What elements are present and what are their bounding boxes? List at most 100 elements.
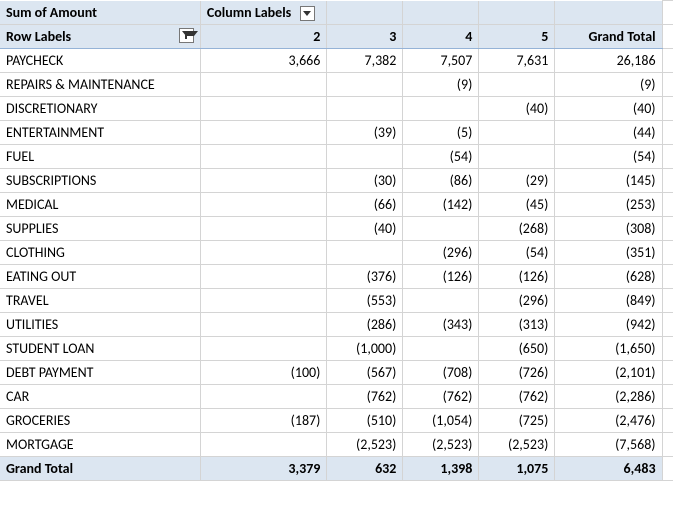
grand-total-cell[interactable]: 1,075 (479, 456, 555, 480)
row-label[interactable]: CLOTHING (0, 240, 200, 264)
grand-total-cell[interactable]: 632 (327, 456, 403, 480)
data-cell[interactable]: (650) (479, 336, 555, 360)
data-cell[interactable]: (553) (327, 288, 403, 312)
data-cell[interactable] (403, 216, 479, 240)
data-cell[interactable] (200, 384, 327, 408)
data-cell[interactable] (200, 72, 327, 96)
row-label[interactable]: FUEL (0, 144, 200, 168)
row-total[interactable]: (9) (555, 72, 662, 96)
data-cell[interactable] (200, 432, 327, 456)
col-header-5[interactable]: 5 (479, 24, 555, 48)
data-cell[interactable] (479, 144, 555, 168)
data-cell[interactable] (200, 216, 327, 240)
data-cell[interactable]: (30) (327, 168, 403, 192)
data-cell[interactable] (200, 336, 327, 360)
row-total[interactable]: (145) (555, 168, 662, 192)
data-cell[interactable]: (142) (403, 192, 479, 216)
data-cell[interactable] (327, 144, 403, 168)
data-cell[interactable]: (296) (403, 240, 479, 264)
row-label[interactable]: REPAIRS & MAINTENANCE (0, 72, 200, 96)
data-cell[interactable]: (5) (403, 120, 479, 144)
row-label[interactable]: UTILITIES (0, 312, 200, 336)
data-cell[interactable]: (40) (479, 96, 555, 120)
data-cell[interactable]: (86) (403, 168, 479, 192)
row-label[interactable]: MEDICAL (0, 192, 200, 216)
data-cell[interactable]: (54) (403, 144, 479, 168)
row-total[interactable]: 26,186 (555, 48, 662, 72)
data-cell[interactable]: 7,507 (403, 48, 479, 72)
data-cell[interactable]: (66) (327, 192, 403, 216)
data-cell[interactable]: (343) (403, 312, 479, 336)
data-cell[interactable]: (45) (479, 192, 555, 216)
data-cell[interactable]: (1,000) (327, 336, 403, 360)
grand-total-total[interactable]: 6,483 (555, 456, 662, 480)
data-cell[interactable]: (510) (327, 408, 403, 432)
row-total[interactable]: (2,476) (555, 408, 662, 432)
row-total[interactable]: (54) (555, 144, 662, 168)
data-cell[interactable]: (762) (479, 384, 555, 408)
data-cell[interactable]: (126) (479, 264, 555, 288)
data-cell[interactable] (403, 96, 479, 120)
data-cell[interactable]: (2,523) (327, 432, 403, 456)
row-label[interactable]: CAR (0, 384, 200, 408)
col-header-grand-total[interactable]: Grand Total (555, 24, 662, 48)
data-cell[interactable] (200, 144, 327, 168)
row-label[interactable]: TRAVEL (0, 288, 200, 312)
row-label[interactable]: DISCRETIONARY (0, 96, 200, 120)
data-cell[interactable]: (29) (479, 168, 555, 192)
data-cell[interactable]: (762) (403, 384, 479, 408)
data-cell[interactable]: (9) (403, 72, 479, 96)
row-total[interactable]: (253) (555, 192, 662, 216)
data-cell[interactable]: (286) (327, 312, 403, 336)
row-label[interactable]: DEBT PAYMENT (0, 360, 200, 384)
data-cell[interactable] (327, 240, 403, 264)
data-cell[interactable] (200, 240, 327, 264)
col-header-4[interactable]: 4 (403, 24, 479, 48)
row-label[interactable]: SUPPLIES (0, 216, 200, 240)
data-cell[interactable]: (40) (327, 216, 403, 240)
row-total[interactable]: (7,568) (555, 432, 662, 456)
row-total[interactable]: (628) (555, 264, 662, 288)
grand-total-cell[interactable]: 1,398 (403, 456, 479, 480)
data-cell[interactable] (200, 288, 327, 312)
row-label[interactable]: GROCERIES (0, 408, 200, 432)
row-total[interactable]: (44) (555, 120, 662, 144)
data-cell[interactable]: (313) (479, 312, 555, 336)
data-cell[interactable]: (567) (327, 360, 403, 384)
row-label[interactable]: PAYCHECK (0, 48, 200, 72)
data-cell[interactable]: (725) (479, 408, 555, 432)
data-cell[interactable]: 7,382 (327, 48, 403, 72)
data-cell[interactable] (327, 72, 403, 96)
data-cell[interactable]: (100) (200, 360, 327, 384)
col-header-2[interactable]: 2 (200, 24, 327, 48)
data-cell[interactable]: (2,523) (403, 432, 479, 456)
grand-total-cell[interactable]: 3,379 (200, 456, 327, 480)
row-label[interactable]: EATING OUT (0, 264, 200, 288)
data-cell[interactable]: 7,631 (479, 48, 555, 72)
column-labels-dropdown-icon[interactable] (300, 6, 315, 21)
row-label[interactable]: MORTGAGE (0, 432, 200, 456)
data-cell[interactable]: (2,523) (479, 432, 555, 456)
col-header-3[interactable]: 3 (327, 24, 403, 48)
data-cell[interactable]: (187) (200, 408, 327, 432)
data-cell[interactable]: (762) (327, 384, 403, 408)
data-cell[interactable]: 3,666 (200, 48, 327, 72)
data-cell[interactable] (403, 288, 479, 312)
data-cell[interactable]: (296) (479, 288, 555, 312)
data-cell[interactable]: (376) (327, 264, 403, 288)
row-total[interactable]: (1,650) (555, 336, 662, 360)
grand-total-label[interactable]: Grand Total (0, 456, 200, 480)
data-cell[interactable] (327, 96, 403, 120)
data-cell[interactable] (200, 96, 327, 120)
data-cell[interactable] (479, 120, 555, 144)
row-total[interactable]: (40) (555, 96, 662, 120)
row-label[interactable]: ENTERTAINMENT (0, 120, 200, 144)
data-cell[interactable]: (726) (479, 360, 555, 384)
data-cell[interactable] (200, 192, 327, 216)
data-cell[interactable] (200, 264, 327, 288)
data-cell[interactable] (200, 312, 327, 336)
row-labels-filter-icon[interactable] (179, 28, 194, 43)
data-cell[interactable]: (708) (403, 360, 479, 384)
data-cell[interactable] (200, 120, 327, 144)
row-total[interactable]: (2,286) (555, 384, 662, 408)
